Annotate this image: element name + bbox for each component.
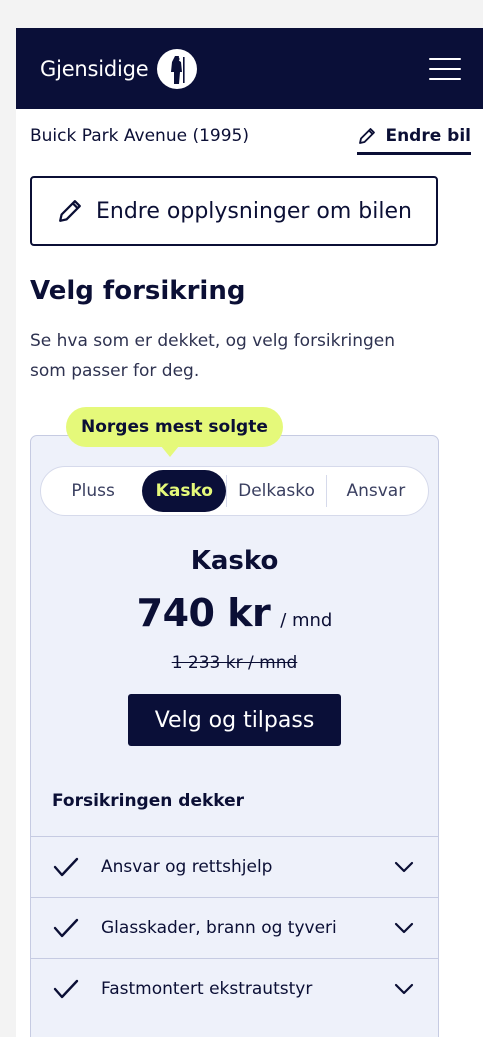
chevron-down-icon	[394, 861, 414, 873]
bestseller-badge: Norges mest solgte	[66, 407, 283, 447]
price-row: 740 kr / mnd	[30, 591, 439, 635]
coverage-item[interactable]: Ansvar og rettshjelp	[31, 836, 438, 897]
insurance-tabs: Pluss Kasko Delkasko Ansvar	[40, 466, 429, 516]
coverage-item[interactable]: Glasskader, brann og tyveri	[31, 897, 438, 958]
section-title: Velg forsikring	[30, 276, 246, 306]
pencil-icon	[59, 200, 81, 222]
car-name: Buick Park Avenue (1995)	[30, 126, 249, 146]
tab-kasko[interactable]: Kasko	[142, 470, 227, 512]
section-intro: Se hva som er dekket, og velg forsikring…	[30, 331, 395, 381]
price-period: / mnd	[280, 610, 333, 631]
site-header: Gjensidige	[16, 28, 483, 109]
coverage-item[interactable]: Fastmontert ekstrautstyr	[31, 958, 438, 1019]
logo-text: Gjensidige	[40, 56, 149, 81]
tab-delkasko[interactable]: Delkasko	[227, 470, 325, 512]
edit-car-details-label: Endre opplysninger om bilen	[96, 198, 412, 224]
checkmark-icon	[53, 918, 79, 938]
badge-pointer	[161, 446, 179, 457]
tab-ansvar[interactable]: Ansvar	[327, 470, 425, 512]
plan-name: Kasko	[190, 546, 279, 576]
checkmark-icon	[53, 979, 79, 999]
logo[interactable]: Gjensidige	[40, 48, 198, 90]
coverage-item-label: Glasskader, brann og tyveri	[101, 918, 337, 938]
coverage-item-label: Ansvar og rettshjelp	[101, 857, 273, 877]
checkmark-icon	[53, 857, 79, 877]
coverage-list: Ansvar og rettshjelp Glasskader, brann o…	[31, 836, 438, 1019]
change-car-link[interactable]: Endre bil	[357, 126, 471, 155]
logo-emblem-icon	[156, 48, 197, 89]
original-price: 1 233 kr / mnd	[171, 653, 298, 673]
chevron-down-icon	[394, 922, 414, 934]
car-summary: Buick Park Avenue (1995) Endre bil	[30, 126, 471, 155]
select-and-customize-button[interactable]: Velg og tilpass	[128, 694, 341, 746]
coverage-heading: Forsikringen dekker	[52, 791, 245, 811]
coverage-item-label: Fastmontert ekstrautstyr	[101, 979, 313, 999]
change-car-label: Endre bil	[385, 126, 471, 146]
edit-car-details-button[interactable]: Endre opplysninger om bilen	[30, 176, 438, 246]
monthly-price: 740 kr	[136, 591, 271, 635]
chevron-down-icon	[394, 983, 414, 995]
hamburger-menu-icon[interactable]	[429, 57, 461, 80]
pencil-icon	[359, 128, 376, 144]
tab-pluss[interactable]: Pluss	[44, 470, 142, 512]
